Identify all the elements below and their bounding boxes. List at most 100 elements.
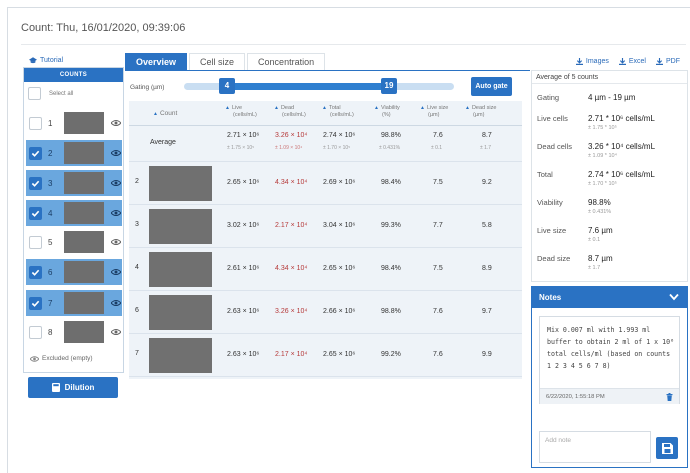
count-thumbnail[interactable] bbox=[64, 112, 104, 134]
trash-icon[interactable] bbox=[666, 393, 673, 401]
count-checkbox[interactable] bbox=[29, 265, 42, 279]
count-item[interactable]: 4 bbox=[26, 200, 122, 226]
summary-viability-sd: ± 0.431% bbox=[588, 209, 612, 215]
count-thumbnail[interactable] bbox=[64, 292, 104, 314]
eye-icon[interactable] bbox=[111, 238, 121, 246]
row-thumbnail[interactable] bbox=[149, 166, 212, 201]
row-viability: 99.3% bbox=[381, 222, 401, 229]
col-header-live-size[interactable]: ▲ Live size (µm) bbox=[420, 105, 448, 118]
eye-icon[interactable] bbox=[111, 119, 121, 127]
summary-total-label: Total bbox=[537, 170, 553, 179]
col-header-count[interactable]: ▲ Count bbox=[153, 110, 177, 118]
col-header-live[interactable]: ▲ Live (cells/mL) bbox=[225, 105, 257, 118]
eye-icon[interactable] bbox=[111, 268, 121, 276]
count-item[interactable]: 8 bbox=[26, 319, 122, 345]
count-thumbnail[interactable] bbox=[64, 172, 104, 194]
add-note-input[interactable]: Add note bbox=[539, 431, 651, 463]
table-row[interactable]: 2 2.65 × 10⁶ 4.34 × 10⁴ 2.69 × 10⁶ 98.4% 7.5 9… bbox=[129, 163, 522, 205]
calculator-icon bbox=[51, 383, 60, 392]
tutorial-label: Tutorial bbox=[40, 57, 64, 64]
select-all[interactable]: Select all bbox=[28, 87, 73, 100]
export-images-link[interactable]: Images bbox=[575, 58, 609, 65]
tab-overview[interactable]: Overview bbox=[125, 53, 188, 70]
row-live-size: 7.7 bbox=[433, 222, 443, 229]
col-header-dead-size[interactable]: ▲ Dead size (µm) bbox=[465, 105, 496, 118]
auto-gate-button[interactable]: Auto gate bbox=[471, 77, 512, 96]
tab-concentration[interactable]: Concentration bbox=[247, 53, 326, 70]
count-number: 4 bbox=[48, 208, 53, 218]
count-thumbnail[interactable] bbox=[64, 142, 104, 164]
row-count: 6 bbox=[135, 307, 139, 314]
notes-header[interactable]: Notes bbox=[532, 287, 687, 308]
select-all-checkbox[interactable] bbox=[28, 87, 41, 100]
save-icon bbox=[661, 442, 673, 454]
row-viability: 98.4% bbox=[381, 179, 401, 186]
table-row[interactable]: 7 2.63 × 10⁶ 2.17 × 10⁴ 2.65 × 10⁶ 99.2% 7.6 9… bbox=[129, 335, 522, 377]
row-dead: 4.34 × 10⁴ bbox=[275, 179, 308, 186]
count-checkbox[interactable] bbox=[29, 116, 42, 130]
dilution-button[interactable]: Dilution bbox=[28, 377, 118, 398]
count-checkbox[interactable] bbox=[29, 296, 42, 310]
count-item[interactable]: 7 bbox=[26, 290, 122, 316]
tab-cell-size[interactable]: Cell size bbox=[189, 53, 246, 70]
count-item[interactable]: 2 bbox=[26, 140, 122, 166]
gating-min-handle[interactable]: 4 bbox=[219, 78, 235, 94]
count-item[interactable]: 1 bbox=[26, 110, 122, 136]
count-item[interactable]: 5 bbox=[26, 229, 122, 255]
count-number: 8 bbox=[48, 327, 53, 337]
average-dead-sd: ± 1.09 × 10⁴ bbox=[275, 145, 303, 151]
row-thumbnail[interactable] bbox=[149, 252, 212, 287]
average-dead-size-sd: ± 1.7 bbox=[480, 145, 492, 151]
col-header-total[interactable]: ▲ Total (cells/mL) bbox=[322, 105, 354, 118]
table-row[interactable]: 4 2.61 × 10⁶ 4.34 × 10⁴ 2.65 × 10⁶ 98.4% 7.5 8… bbox=[129, 249, 522, 291]
save-note-button[interactable] bbox=[656, 437, 678, 459]
count-checkbox[interactable] bbox=[29, 206, 42, 220]
row-thumbnail[interactable] bbox=[149, 338, 212, 373]
count-thumbnail[interactable] bbox=[64, 202, 104, 224]
count-item[interactable]: 3 bbox=[26, 170, 122, 196]
count-checkbox[interactable] bbox=[29, 176, 42, 190]
export-excel-link[interactable]: Excel bbox=[618, 58, 646, 65]
average-total: 2.74 × 10⁶ bbox=[323, 132, 356, 139]
col-header-viability[interactable]: ▲ Viability (%) bbox=[374, 105, 400, 118]
summary-live-size-label: Live size bbox=[537, 226, 567, 235]
count-item[interactable]: 6 bbox=[26, 259, 122, 285]
gating-max-handle[interactable]: 19 bbox=[381, 78, 397, 94]
row-dead: 4.34 × 10⁴ bbox=[275, 265, 308, 272]
export-excel-label: Excel bbox=[628, 58, 646, 65]
summary-gating-label: Gating bbox=[537, 93, 560, 102]
row-thumbnail[interactable] bbox=[149, 209, 212, 244]
count-checkbox[interactable] bbox=[29, 235, 42, 249]
col-header-dead[interactable]: ▲ Dead (cells/mL) bbox=[274, 105, 306, 118]
excluded-label: Excluded (empty) bbox=[42, 355, 93, 362]
notes-title: Notes bbox=[539, 293, 562, 302]
excluded-toggle[interactable]: Excluded (empty) bbox=[30, 355, 93, 362]
count-thumbnail[interactable] bbox=[64, 321, 104, 343]
count-checkbox[interactable] bbox=[29, 325, 42, 339]
tutorial-link[interactable]: Tutorial bbox=[29, 57, 63, 64]
eye-icon[interactable] bbox=[111, 149, 121, 157]
check-icon bbox=[31, 300, 40, 307]
row-dead-size: 8.9 bbox=[482, 265, 492, 272]
export-pdf-link[interactable]: PDF bbox=[656, 58, 680, 65]
check-icon bbox=[31, 180, 40, 187]
row-total: 2.69 × 10⁶ bbox=[323, 179, 356, 186]
eye-icon[interactable] bbox=[111, 328, 121, 336]
table-row[interactable]: 6 2.63 × 10⁶ 3.26 × 10⁴ 2.66 × 10⁶ 98.8% 7.6 9… bbox=[129, 292, 522, 334]
count-number: 7 bbox=[48, 298, 53, 308]
summary-dead-size-value: 8.7 µm bbox=[588, 254, 613, 263]
eye-icon[interactable] bbox=[111, 299, 121, 307]
title-divider bbox=[21, 44, 686, 45]
table-row[interactable]: 3 3.02 × 10⁶ 2.17 × 10⁴ 3.04 × 10⁶ 99.3% 7.7 5… bbox=[129, 206, 522, 248]
row-viability: 98.8% bbox=[381, 308, 401, 315]
eye-icon[interactable] bbox=[111, 179, 121, 187]
chevron-down-icon[interactable] bbox=[669, 293, 679, 301]
summary-live-label: Live cells bbox=[537, 114, 568, 123]
count-thumbnail[interactable] bbox=[64, 231, 104, 253]
row-thumbnail[interactable] bbox=[149, 295, 212, 330]
eye-icon[interactable] bbox=[111, 209, 121, 217]
notes-panel: Notes Mix 0.007 ml with 1.993 ml buffer … bbox=[531, 286, 688, 468]
average-summary-panel: Average of 5 counts Gating 4 µm - 19 µm … bbox=[531, 70, 688, 282]
count-checkbox[interactable] bbox=[29, 146, 42, 160]
count-thumbnail[interactable] bbox=[64, 261, 104, 283]
